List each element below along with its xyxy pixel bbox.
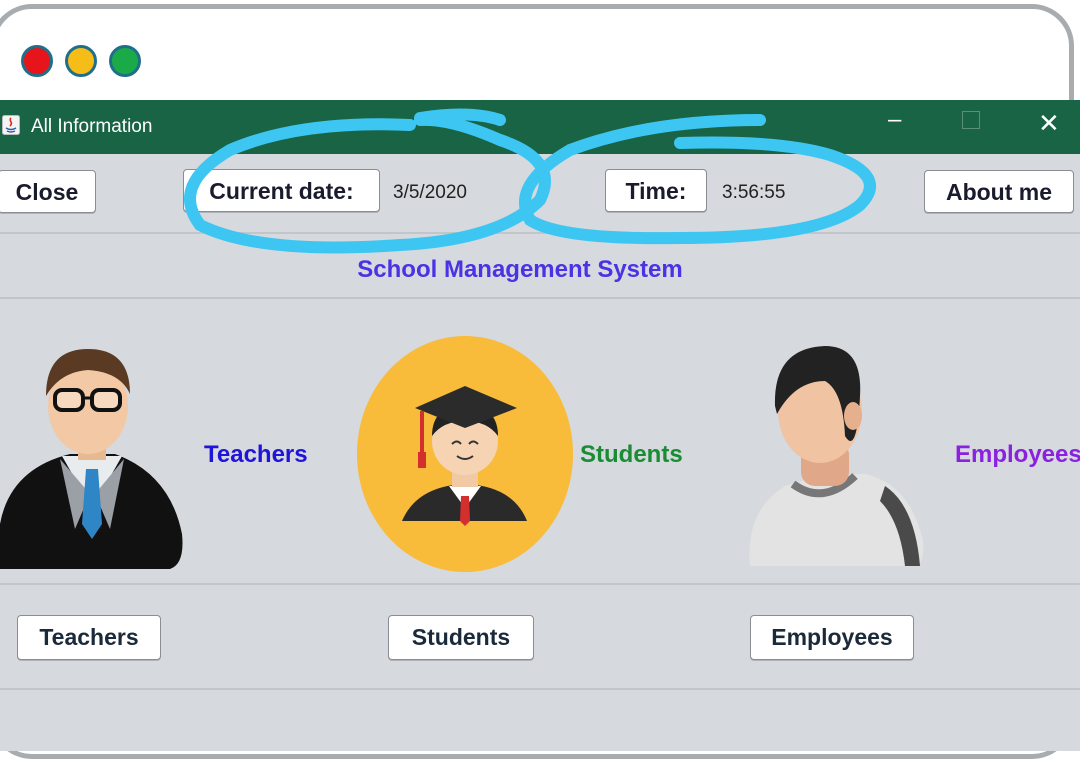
page-title: School Management System: [357, 256, 683, 283]
employees-label: Employees: [955, 441, 1080, 468]
green-dot-icon: [109, 45, 141, 77]
yellow-dot-icon: [65, 45, 97, 77]
divider: [0, 297, 1080, 299]
time-button[interactable]: Time:: [605, 169, 707, 212]
students-label: Students: [580, 441, 683, 468]
minimize-button[interactable]: –: [888, 106, 901, 134]
graduate-student-icon: [357, 336, 573, 572]
divider: [0, 232, 1080, 234]
teachers-label: Teachers: [204, 441, 308, 468]
employee-avatar-icon: [749, 346, 924, 566]
window-dots: [21, 45, 141, 77]
current-date-value: 3/5/2020: [393, 182, 467, 203]
window-title: All Information: [31, 116, 153, 137]
teacher-avatar-icon: [0, 349, 183, 569]
red-dot-icon: [21, 45, 53, 77]
current-date-button[interactable]: Current date:: [183, 169, 380, 212]
window-titlebar: [0, 100, 1080, 154]
teachers-button[interactable]: Teachers: [17, 615, 161, 660]
divider: [0, 583, 1080, 585]
java-app-icon: [2, 115, 20, 135]
time-value: 3:56:55: [722, 182, 786, 203]
employees-button[interactable]: Employees: [750, 615, 914, 660]
students-button[interactable]: Students: [388, 615, 534, 660]
about-me-button[interactable]: About me: [924, 170, 1074, 213]
close-button[interactable]: Close: [0, 170, 96, 213]
divider: [0, 688, 1080, 690]
close-window-button[interactable]: ✕: [1038, 108, 1060, 139]
maximize-button[interactable]: [962, 111, 980, 129]
